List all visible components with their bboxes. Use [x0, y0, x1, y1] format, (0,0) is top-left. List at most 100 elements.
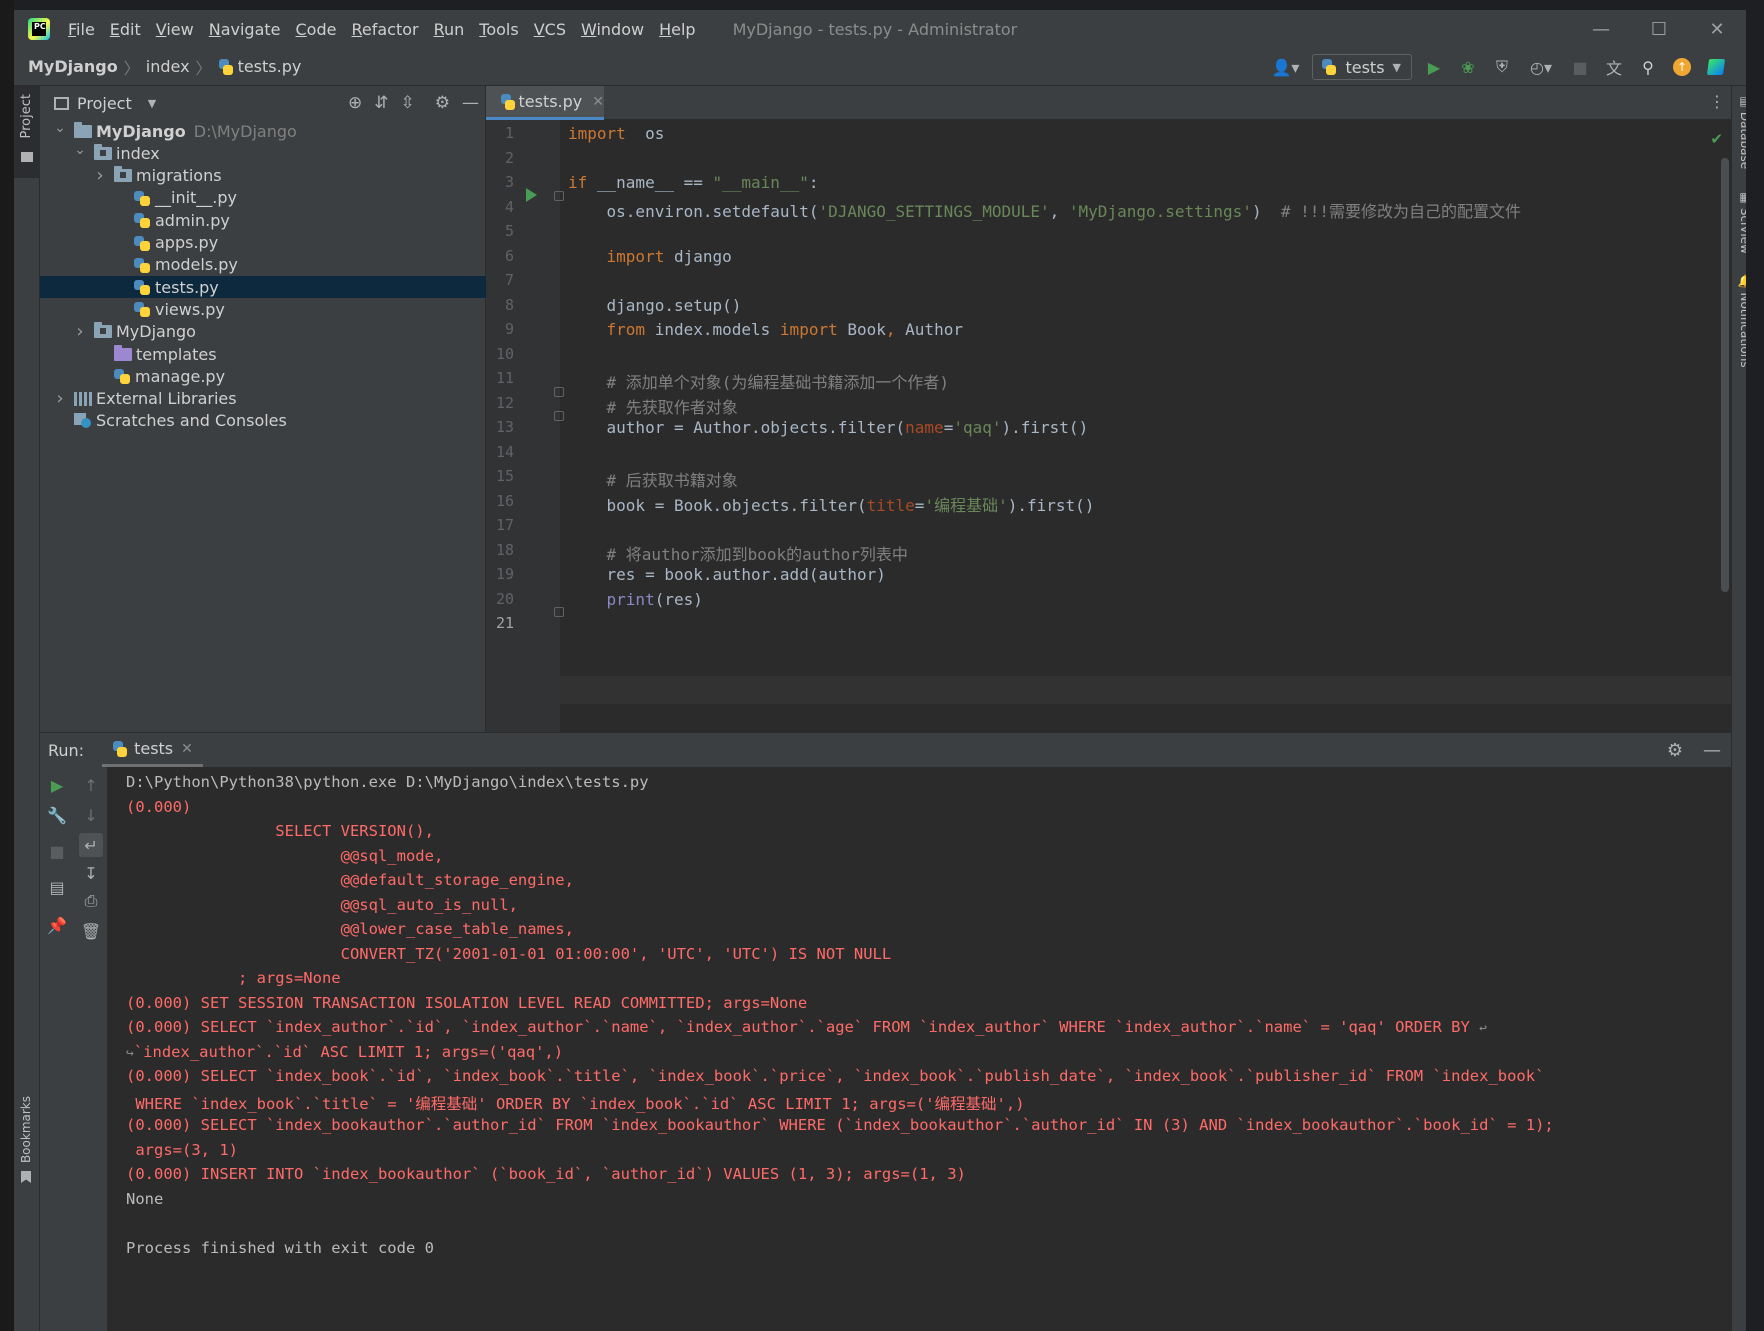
code-line: print(res)	[568, 590, 703, 609]
run-main-icon[interactable]	[526, 188, 537, 202]
layout-icon[interactable]: ▤	[45, 875, 69, 899]
left-tool-stripe: Project Bookmarks	[14, 86, 40, 1331]
chevron-right-icon[interactable]: ›	[52, 388, 68, 409]
notifications-tool-button[interactable]: 🔔 Notifications	[1738, 274, 1746, 368]
update-icon[interactable]: ↑	[1670, 55, 1694, 79]
close-window-button[interactable]: ✕	[1688, 10, 1746, 48]
bookmarks-tool-button[interactable]: Bookmarks	[19, 1096, 33, 1184]
coverage-icon[interactable]: ⛨	[1490, 55, 1514, 79]
pin-icon[interactable]: 📌	[45, 913, 69, 937]
tree-item-admin-py[interactable]: admin.py	[40, 209, 486, 231]
tree-item-external-libraries[interactable]: › External Libraries	[40, 388, 486, 410]
title-bar: PC File Edit View Navigate Code Refactor Run To…	[14, 10, 1746, 48]
code-token: "__main__"	[712, 173, 809, 192]
tree-item-tests-py[interactable]: tests.py	[40, 276, 486, 299]
close-tab-icon[interactable]: ✕	[181, 741, 193, 757]
tree-item-views-py[interactable]: views.py	[40, 298, 486, 320]
tree-item--init-py[interactable]: __init__.py	[40, 187, 486, 209]
breadcrumb-project[interactable]: MyDjango	[28, 57, 118, 76]
jetbrains-gateway-icon[interactable]	[1704, 55, 1728, 79]
menu-code[interactable]: Code	[296, 20, 337, 39]
python-icon	[1321, 59, 1337, 75]
menu-file[interactable]: File	[68, 20, 95, 39]
scroll-to-end-icon[interactable]: ↧	[79, 861, 103, 885]
project-tool-button[interactable]: Project	[14, 86, 40, 178]
gear-icon[interactable]: ⚙	[435, 93, 450, 113]
sciview-tool-button[interactable]: ▦ SciView	[1738, 190, 1746, 254]
tree-item-models-py[interactable]: models.py	[40, 254, 486, 276]
menu-window[interactable]: Window	[581, 20, 644, 39]
code-token: # !!!需要修改为自己的配置文件	[1280, 201, 1522, 221]
current-line-highlight	[560, 676, 1731, 704]
editor-scrollbar[interactable]	[1721, 158, 1729, 592]
menu-vcs[interactable]: VCS	[534, 20, 566, 39]
close-tab-icon[interactable]: ✕	[592, 94, 604, 110]
tree-item-index[interactable]: ⌄ index	[40, 142, 486, 164]
more-options-icon[interactable]: ⋮	[1709, 92, 1725, 111]
chevron-right-icon[interactable]: ›	[92, 165, 108, 186]
fold-marker-icon[interactable]	[554, 191, 564, 201]
menu-edit[interactable]: Edit	[110, 20, 141, 39]
menu-run[interactable]: Run	[434, 20, 465, 39]
code-token: author = Author.objects.filter(	[568, 418, 906, 437]
locate-file-icon[interactable]: ⊕	[348, 93, 362, 113]
hide-panel-icon[interactable]: —	[462, 93, 479, 113]
menu-help[interactable]: Help	[659, 20, 695, 39]
stop-icon[interactable]: ■	[1568, 55, 1592, 79]
database-tool-button[interactable]: ▤ Database	[1738, 94, 1746, 169]
search-icon[interactable]: ⚲	[1636, 55, 1660, 79]
translate-icon[interactable]: 文	[1602, 55, 1626, 79]
tab-tests-py[interactable]: tests.py ✕	[486, 86, 604, 120]
arrow-down-icon[interactable]: ↓	[79, 803, 103, 827]
project-panel-title[interactable]: Project	[77, 94, 132, 113]
rerun-icon[interactable]: ▶	[45, 773, 69, 797]
maximize-button[interactable]: ☐	[1630, 10, 1688, 48]
console-line: ; args=None	[126, 969, 341, 987]
menu-navigate[interactable]: Navigate	[209, 20, 281, 39]
tree-item-manage-py[interactable]: manage.py	[40, 365, 486, 387]
run-tab-tests[interactable]: tests ✕	[102, 733, 203, 767]
stop-icon[interactable]: ■	[45, 839, 69, 863]
run-icon[interactable]: ▶	[1422, 55, 1446, 79]
arrow-up-icon[interactable]: ↑	[79, 773, 103, 797]
chevron-down-icon[interactable]: ⌄	[52, 120, 68, 136]
chevron-right-icon[interactable]: ›	[72, 321, 88, 342]
fold-marker-icon[interactable]	[554, 387, 564, 397]
expand-all-icon[interactable]: ⇵	[374, 93, 388, 113]
account-icon[interactable]: 👤▾	[1268, 55, 1302, 79]
menu-tools[interactable]: Tools	[479, 20, 518, 39]
debug-icon[interactable]: ❀	[1456, 55, 1480, 79]
print-icon[interactable]: ⎙	[79, 889, 103, 913]
trash-icon[interactable]: 🗑	[79, 919, 103, 943]
code-token: # 先获取作者对象	[606, 397, 738, 417]
console-line: SELECT VERSION(),	[126, 822, 434, 840]
fold-marker-icon[interactable]	[554, 607, 564, 617]
tree-item-mydjango[interactable]: ⌄ MyDjango D:\MyDjango	[40, 120, 486, 142]
editor-gutter: 1 2 3 4 5 6 7 8 9 10 11 12 13 14 15 16 17 18 19 20 21	[486, 120, 560, 732]
hide-panel-icon[interactable]: —	[1703, 740, 1721, 761]
collapse-all-icon[interactable]: ⇳	[401, 93, 415, 113]
run-configuration-select[interactable]: tests ▼	[1312, 54, 1412, 80]
code-editor[interactable]: 1 2 3 4 5 6 7 8 9 10 11 12 13 14 15 16 17 18 19 20 21 import…	[486, 120, 1731, 732]
fold-marker-icon[interactable]	[554, 411, 564, 421]
run-side-toolbar: ▶ 🔧 ■ ▤ 📌	[40, 767, 74, 1331]
minimize-button[interactable]: —	[1572, 10, 1630, 48]
chevron-down-icon[interactable]: ⌄	[72, 142, 88, 158]
soft-wrap-icon[interactable]: ↵	[79, 833, 103, 857]
breadcrumb-file[interactable]: tests.py	[238, 57, 302, 76]
menu-refactor[interactable]: Refactor	[351, 20, 418, 39]
chevron-down-icon[interactable]: ▼	[148, 97, 156, 110]
console-output[interactable]: D:\Python\Python38\python.exe D:\MyDjang…	[126, 767, 1726, 1331]
profile-icon[interactable]: ◴▾	[1524, 55, 1558, 79]
tree-item-label: admin.py	[155, 210, 230, 230]
tree-item-apps-py[interactable]: apps.py	[40, 232, 486, 254]
tree-item-templates[interactable]: templates	[40, 343, 486, 365]
tree-item-scratches-and-consoles[interactable]: Scratches and Consoles	[40, 410, 486, 432]
gear-icon[interactable]: ⚙	[1667, 740, 1683, 761]
breadcrumb-folder[interactable]: index	[146, 57, 190, 76]
tree-item-mydjango[interactable]: › MyDjango	[40, 321, 486, 343]
wrench-icon[interactable]: 🔧	[45, 803, 69, 827]
menu-view[interactable]: View	[156, 20, 194, 39]
tree-item-migrations[interactable]: › migrations	[40, 165, 486, 187]
